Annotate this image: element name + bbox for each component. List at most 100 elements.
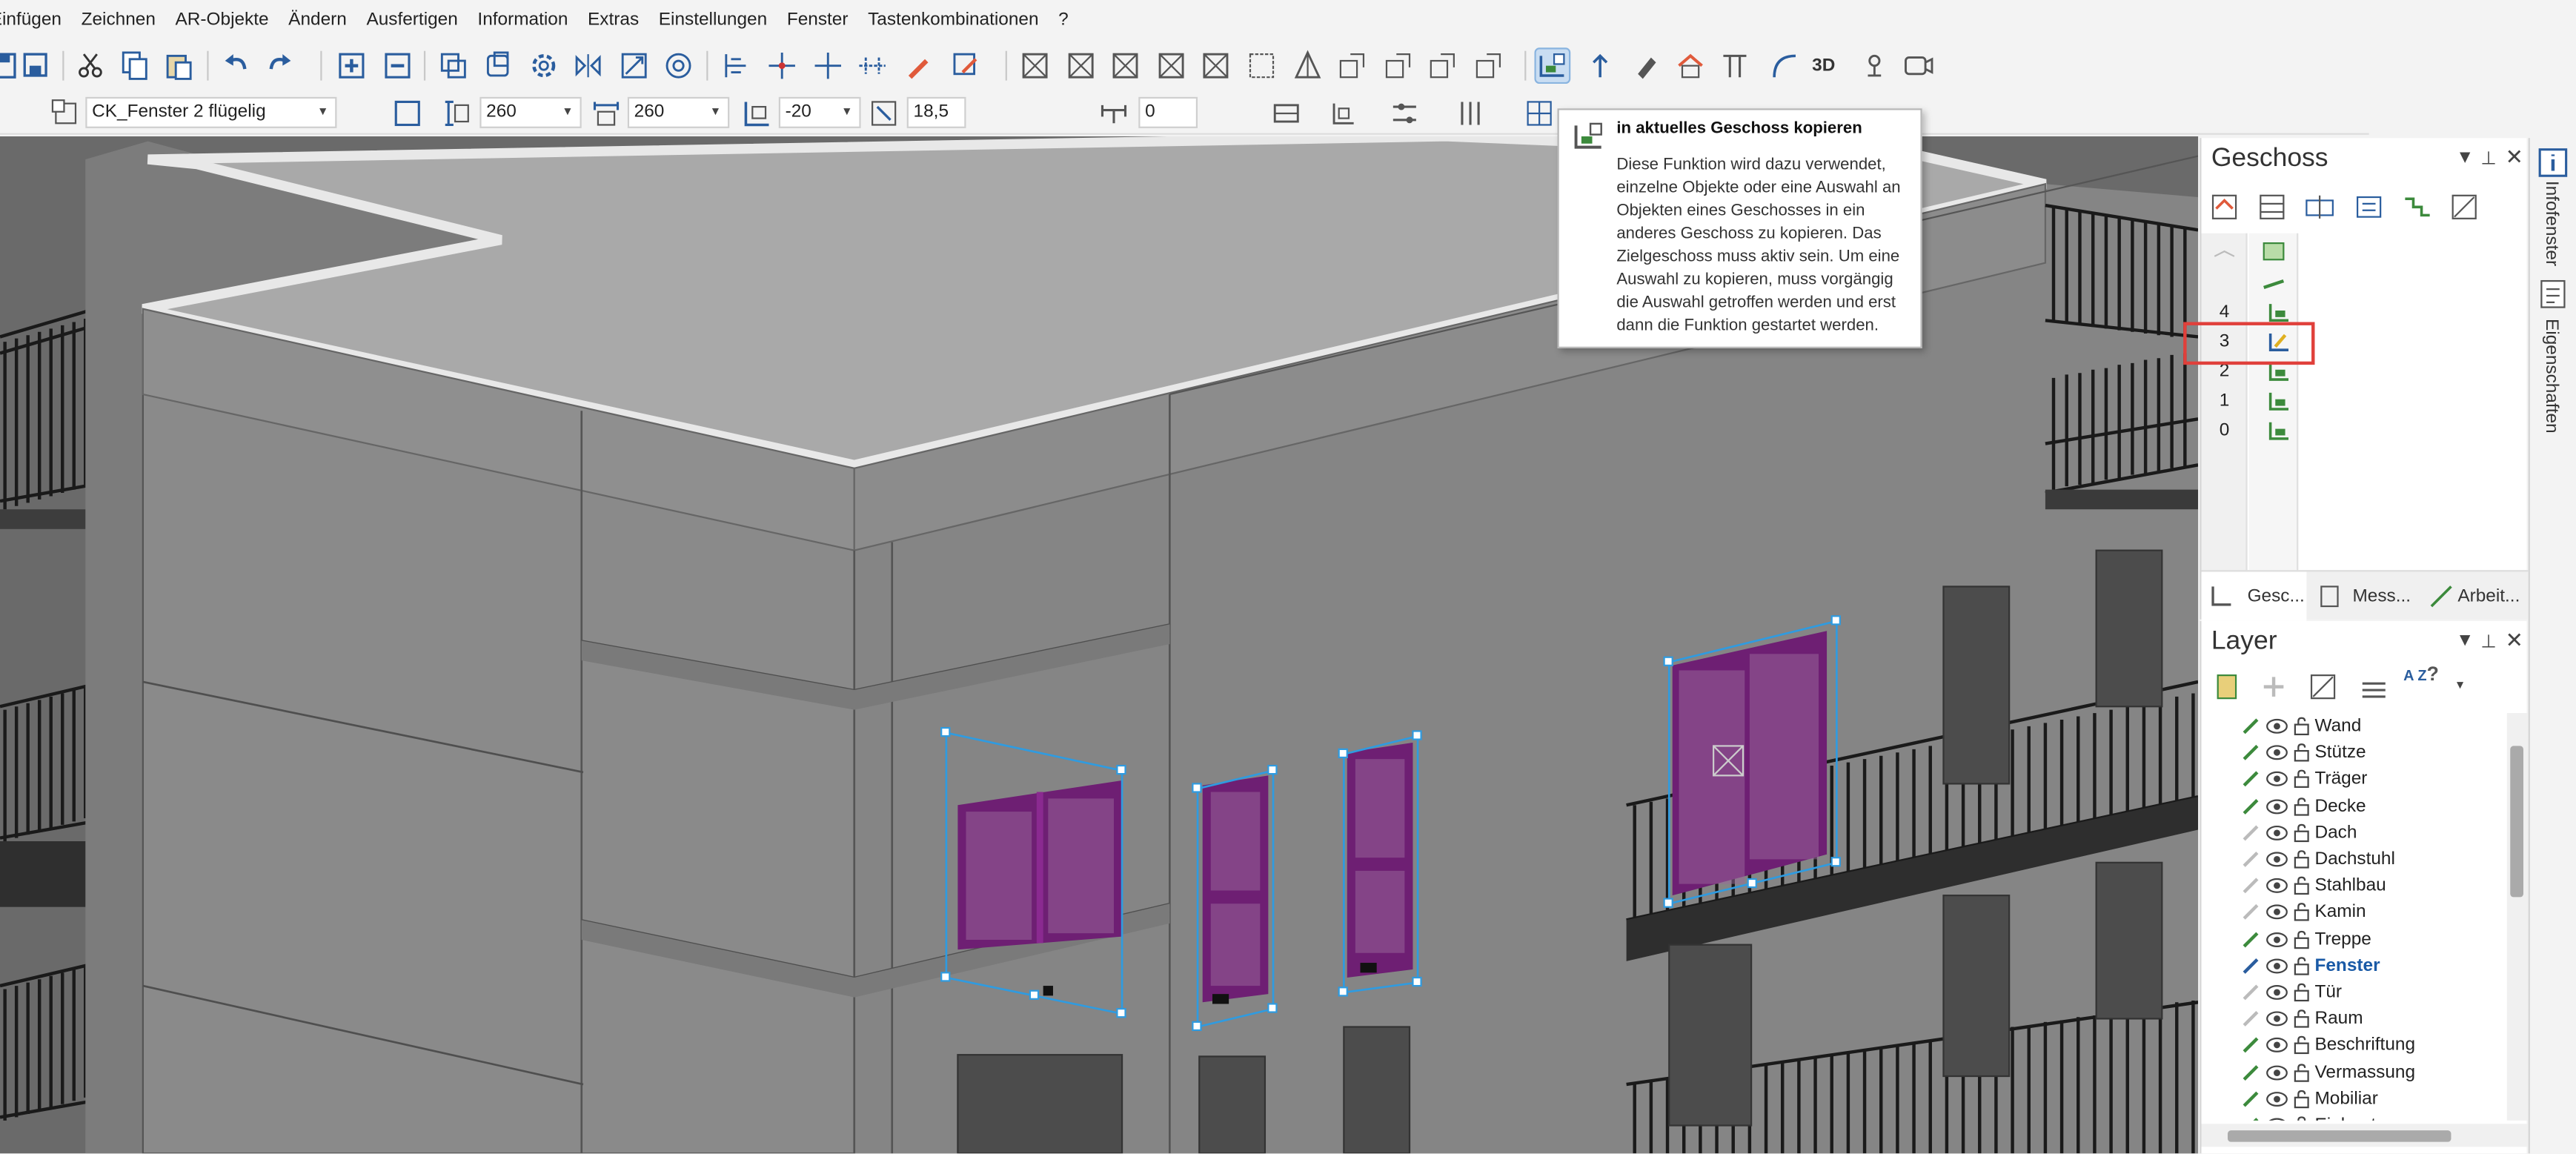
eye-icon[interactable] bbox=[2265, 983, 2288, 1003]
layer-status-icon[interactable] bbox=[2241, 1062, 2261, 1082]
tab-geschoss[interactable]: Gesc... bbox=[2201, 571, 2307, 621]
copy-icon[interactable] bbox=[119, 50, 151, 82]
scroll-thumb[interactable] bbox=[2227, 1130, 2451, 1142]
paste-icon[interactable] bbox=[162, 50, 195, 82]
floor-image-icon[interactable] bbox=[2448, 190, 2480, 223]
parapet-field[interactable]: -20 ▼ bbox=[778, 96, 861, 128]
lock-open-icon[interactable] bbox=[2291, 1089, 2311, 1109]
add-icon[interactable] bbox=[335, 50, 368, 82]
width-field[interactable]: 260 ▼ bbox=[479, 96, 582, 128]
floor-number[interactable]: 4 bbox=[2202, 302, 2248, 322]
options-icon[interactable] bbox=[1454, 97, 1487, 130]
floor-plan-icon[interactable] bbox=[2352, 190, 2385, 223]
list-item[interactable]: Decke bbox=[2202, 793, 2507, 819]
eye-icon[interactable] bbox=[2265, 849, 2288, 869]
floor-list-icon[interactable] bbox=[2256, 190, 2288, 223]
layer-status-icon[interactable] bbox=[2241, 849, 2261, 869]
lock-open-icon[interactable] bbox=[2291, 1115, 2311, 1121]
list-item[interactable]: Vermassung bbox=[2202, 1059, 2507, 1085]
lock-open-icon[interactable] bbox=[2291, 823, 2311, 843]
export-icon[interactable] bbox=[1584, 50, 1616, 82]
layer-settings-icon[interactable] bbox=[2257, 670, 2290, 703]
horizontal-scrollbar[interactable] bbox=[2201, 1124, 2529, 1147]
layer-status-icon[interactable] bbox=[2241, 823, 2261, 843]
lock-open-icon[interactable] bbox=[2291, 1035, 2311, 1055]
eye-icon[interactable] bbox=[2265, 903, 2288, 923]
layer-status-icon[interactable] bbox=[2241, 1089, 2261, 1109]
eye-icon[interactable] bbox=[2265, 1115, 2288, 1121]
dimension-xy-icon[interactable] bbox=[1327, 97, 1360, 130]
pin-icon[interactable]: ⊥ bbox=[2480, 631, 2496, 652]
list-item[interactable]: Beschriftung bbox=[2202, 1032, 2507, 1058]
menu-information[interactable]: Information bbox=[468, 10, 578, 30]
lock-open-icon[interactable] bbox=[2291, 743, 2311, 763]
eye-icon[interactable] bbox=[2265, 929, 2288, 949]
menu-zeichnen[interactable]: Zeichnen bbox=[71, 10, 165, 30]
save-icon[interactable] bbox=[0, 50, 20, 82]
scroll-thumb[interactable] bbox=[2510, 746, 2524, 898]
list-item[interactable]: Mobiliar bbox=[2202, 1086, 2507, 1112]
lock-open-icon[interactable] bbox=[2291, 876, 2311, 896]
grid-icon[interactable] bbox=[1523, 97, 1556, 130]
eye-icon[interactable] bbox=[2265, 956, 2288, 976]
offset-field[interactable]: 0 bbox=[1138, 96, 1198, 128]
pen-icon[interactable] bbox=[902, 50, 935, 82]
undo-icon[interactable] bbox=[220, 50, 253, 82]
duplicate-icon[interactable] bbox=[437, 50, 470, 82]
menu-ar-objekte[interactable]: AR-Objekte bbox=[165, 10, 279, 30]
copy-to-floor-icon[interactable] bbox=[1534, 47, 1571, 84]
tab-messung[interactable]: Mess... bbox=[2310, 571, 2418, 621]
layer-status-icon[interactable] bbox=[2241, 1035, 2261, 1055]
info-icon[interactable] bbox=[2537, 146, 2569, 179]
vertical-scrollbar[interactable] bbox=[2506, 713, 2529, 1121]
lock-open-icon[interactable] bbox=[2291, 1009, 2311, 1029]
height-field[interactable]: 260 ▼ bbox=[627, 96, 730, 128]
list-item[interactable]: Fenster bbox=[2202, 952, 2507, 978]
light-icon[interactable] bbox=[1858, 50, 1890, 82]
tab-infofenster[interactable]: Infofenster bbox=[2541, 181, 2561, 266]
menu-fenster[interactable]: Fenster bbox=[777, 10, 858, 30]
layer-status-icon[interactable] bbox=[2241, 983, 2261, 1003]
align-center-icon[interactable] bbox=[1270, 97, 1303, 130]
iso-view-3-icon[interactable] bbox=[1426, 50, 1458, 82]
eye-icon[interactable] bbox=[2265, 1035, 2288, 1055]
lock-open-icon[interactable] bbox=[2291, 849, 2311, 869]
panel-menu-icon[interactable]: ▼ bbox=[2456, 631, 2474, 651]
crosshair-icon[interactable] bbox=[811, 50, 844, 82]
floor-icon[interactable] bbox=[2265, 419, 2291, 442]
redo-icon[interactable] bbox=[263, 50, 296, 82]
lock-open-icon[interactable] bbox=[2291, 1062, 2311, 1082]
list-item[interactable]: Treppe bbox=[2202, 926, 2507, 952]
floor-section-icon[interactable] bbox=[2303, 190, 2336, 223]
layer-status-icon[interactable] bbox=[2241, 1009, 2261, 1029]
scale-icon[interactable] bbox=[618, 50, 651, 82]
list-item[interactable]: Dachstuhl bbox=[2202, 846, 2507, 872]
floor-manager-icon[interactable] bbox=[2208, 190, 2240, 223]
eye-icon[interactable] bbox=[2265, 769, 2288, 789]
properties-icon[interactable] bbox=[1388, 97, 1421, 130]
eye-icon[interactable] bbox=[2265, 876, 2288, 896]
layer-image-icon[interactable] bbox=[2306, 670, 2339, 703]
layer-status-icon[interactable] bbox=[2241, 743, 2261, 763]
list-item[interactable]: Tür bbox=[2202, 979, 2507, 1005]
menu-einfuegen[interactable]: Einfügen bbox=[0, 10, 71, 30]
properties-icon[interactable] bbox=[2537, 278, 2569, 311]
layer-status-icon[interactable] bbox=[2241, 929, 2261, 949]
eye-icon[interactable] bbox=[2265, 743, 2288, 763]
menu-help[interactable]: ? bbox=[1049, 10, 1078, 30]
lock-open-icon[interactable] bbox=[2291, 956, 2311, 976]
snap-icon[interactable] bbox=[766, 50, 798, 82]
floor-number[interactable]: 1 bbox=[2202, 391, 2248, 411]
new-layer-icon[interactable] bbox=[2211, 670, 2244, 703]
lock-open-icon[interactable] bbox=[2291, 983, 2311, 1003]
close-icon[interactable]: ✕ bbox=[2506, 628, 2523, 654]
list-item[interactable]: Stütze bbox=[2202, 740, 2507, 766]
save-as-icon[interactable] bbox=[20, 50, 53, 82]
view-front-icon[interactable] bbox=[1018, 50, 1051, 82]
pick-icon[interactable] bbox=[949, 50, 982, 82]
slope-field[interactable]: 18,5 bbox=[906, 96, 966, 128]
tab-arbeitsbereich[interactable]: Arbeit... bbox=[2422, 571, 2529, 621]
3d-icon[interactable]: 3D bbox=[1812, 50, 1851, 82]
view-bottom-icon[interactable] bbox=[1245, 50, 1278, 82]
iso-view-4-icon[interactable] bbox=[1472, 50, 1504, 82]
